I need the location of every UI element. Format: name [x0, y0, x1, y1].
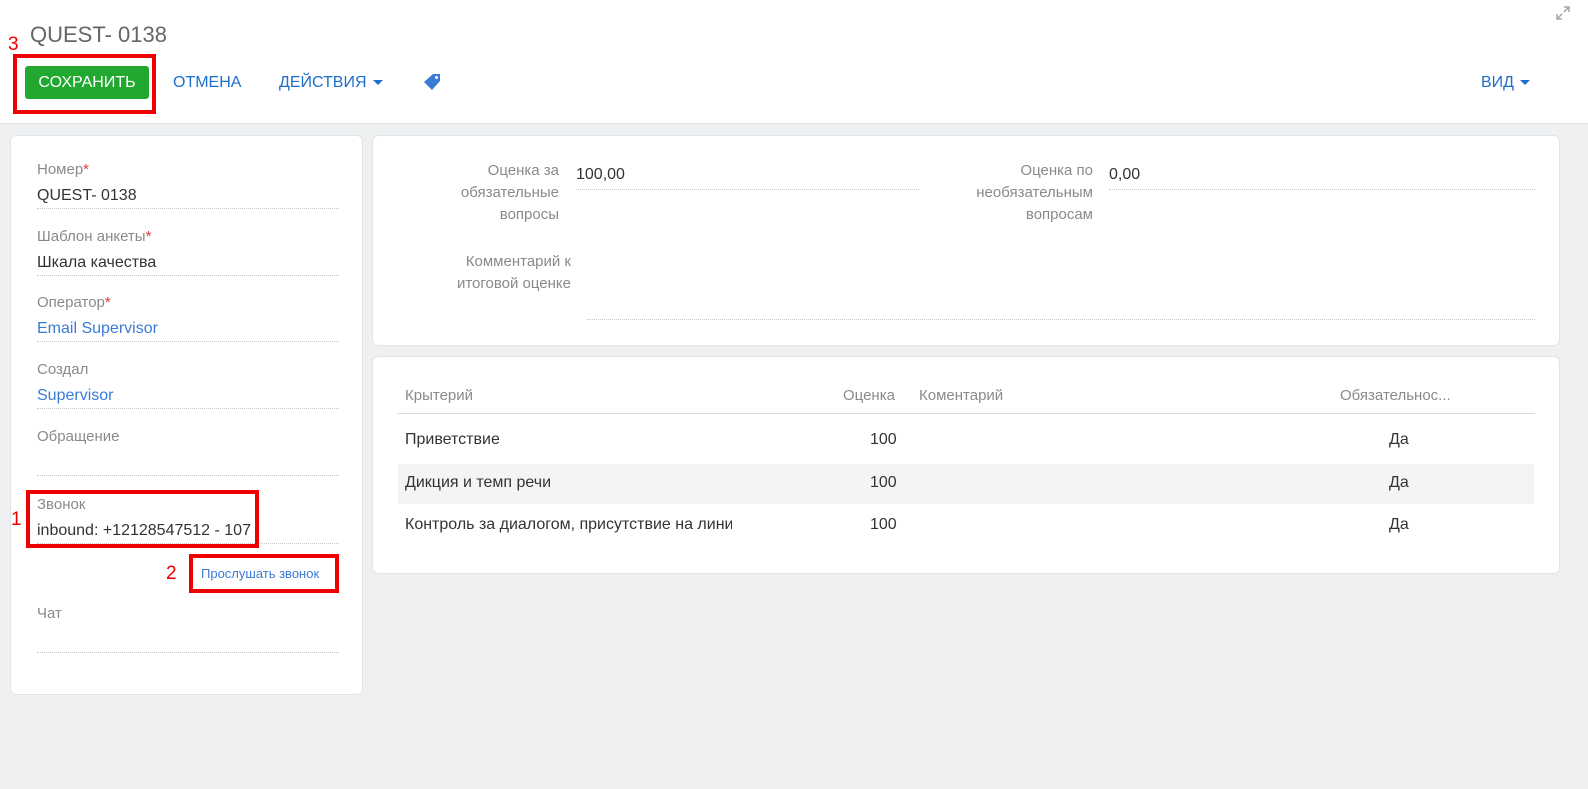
actions-dropdown[interactable]: ДЕЙСТВИЯ — [279, 66, 383, 99]
created-by-link[interactable]: Supervisor — [37, 387, 339, 409]
expand-icon[interactable] — [1556, 6, 1570, 20]
chevron-down-icon — [372, 80, 383, 86]
criterion-cell: Дикция и темп речи — [405, 474, 552, 491]
criterion-cell: Приветствие — [405, 431, 500, 448]
comment-input[interactable] — [587, 254, 1535, 320]
chat-input[interactable] — [37, 631, 339, 653]
annotation-box-call — [26, 490, 259, 548]
criterion-cell: Контроль за диалогом, присутствие на лин… — [405, 516, 732, 533]
mandatory-score-input[interactable]: 100,00 — [576, 166, 919, 190]
required-cell: Да — [1389, 431, 1409, 448]
number-label: Номер — [37, 161, 84, 178]
required-marker: * — [145, 228, 152, 245]
required-cell: Да — [1389, 516, 1409, 533]
optional-score-label: Оценка по необязательным вопросам — [976, 162, 1093, 223]
annotation-box-listen — [189, 554, 339, 593]
grid-header: Крытерий Оценка Коментарий Обязательнос.… — [397, 387, 1535, 414]
template-input[interactable]: Шкала качества — [37, 254, 339, 276]
operator-link[interactable]: Email Supervisor — [37, 320, 339, 342]
cancel-button[interactable]: ОТМЕНА — [173, 66, 241, 99]
annotation-box-save — [13, 54, 156, 114]
required-cell: Да — [1389, 474, 1409, 491]
chat-field: Чат — [37, 605, 339, 653]
optional-score-input[interactable]: 0,00 — [1109, 166, 1535, 190]
annotation-number-2: 2 — [166, 563, 177, 584]
score-cell: 100 — [870, 431, 897, 448]
annotation-number-3: 3 — [8, 34, 19, 55]
mandatory-score-label: Оценка за обязательные вопросы — [460, 162, 559, 223]
operator-field: Оператор* Email Supervisor — [37, 294, 339, 342]
column-criterion[interactable]: Крытерий — [405, 387, 473, 404]
page-title: QUEST- 0138 — [30, 22, 167, 47]
created-by-label: Создал — [37, 361, 89, 378]
actions-label: ДЕЙСТВИЯ — [279, 74, 367, 91]
required-marker: * — [104, 294, 111, 311]
view-label: ВИД — [1481, 74, 1515, 91]
page-header: QUEST- 0138 СОХРАНИТЬ ОТМЕНА ДЕЙСТВИЯ ВИ… — [0, 0, 1588, 124]
table-row[interactable]: Контроль за диалогом, присутствие на лин… — [398, 506, 1534, 546]
chevron-down-icon — [1520, 80, 1531, 86]
column-score[interactable]: Оценка — [843, 387, 895, 404]
score-cell: 100 — [870, 516, 897, 533]
number-input[interactable]: QUEST- 0138 — [37, 187, 339, 209]
chat-label: Чат — [37, 605, 62, 622]
required-marker: * — [83, 161, 90, 178]
criteria-grid: Крытерий Оценка Коментарий Обязательнос.… — [372, 356, 1560, 574]
template-label: Шаблон анкеты — [37, 228, 146, 245]
comment-label: Комментарий к итоговой оценке — [456, 253, 571, 292]
summary-panel: Оценка за обязательные вопросы 100,00 Оц… — [372, 135, 1560, 346]
view-dropdown[interactable]: ВИД — [1481, 66, 1531, 99]
operator-label: Оператор — [37, 294, 105, 311]
annotation-number-1: 1 — [11, 509, 22, 530]
table-row[interactable]: Приветствие 100 Да — [398, 421, 1534, 461]
appeal-label: Обращение — [37, 428, 120, 445]
table-row[interactable]: Дикция и темп речи 100 Да — [398, 464, 1534, 504]
tag-icon[interactable] — [424, 73, 442, 91]
template-field: Шаблон анкеты* Шкала качества — [37, 228, 339, 276]
column-required[interactable]: Обязательнос... — [1340, 387, 1451, 404]
column-comment[interactable]: Коментарий — [919, 387, 1003, 404]
appeal-field: Обращение — [37, 428, 339, 476]
created-by-field: Создал Supervisor — [37, 361, 339, 409]
details-panel: Номер* QUEST- 0138 Шаблон анкеты* Шкала … — [10, 135, 363, 695]
score-cell: 100 — [870, 474, 897, 491]
number-field: Номер* QUEST- 0138 — [37, 161, 339, 209]
appeal-input[interactable] — [37, 454, 339, 476]
